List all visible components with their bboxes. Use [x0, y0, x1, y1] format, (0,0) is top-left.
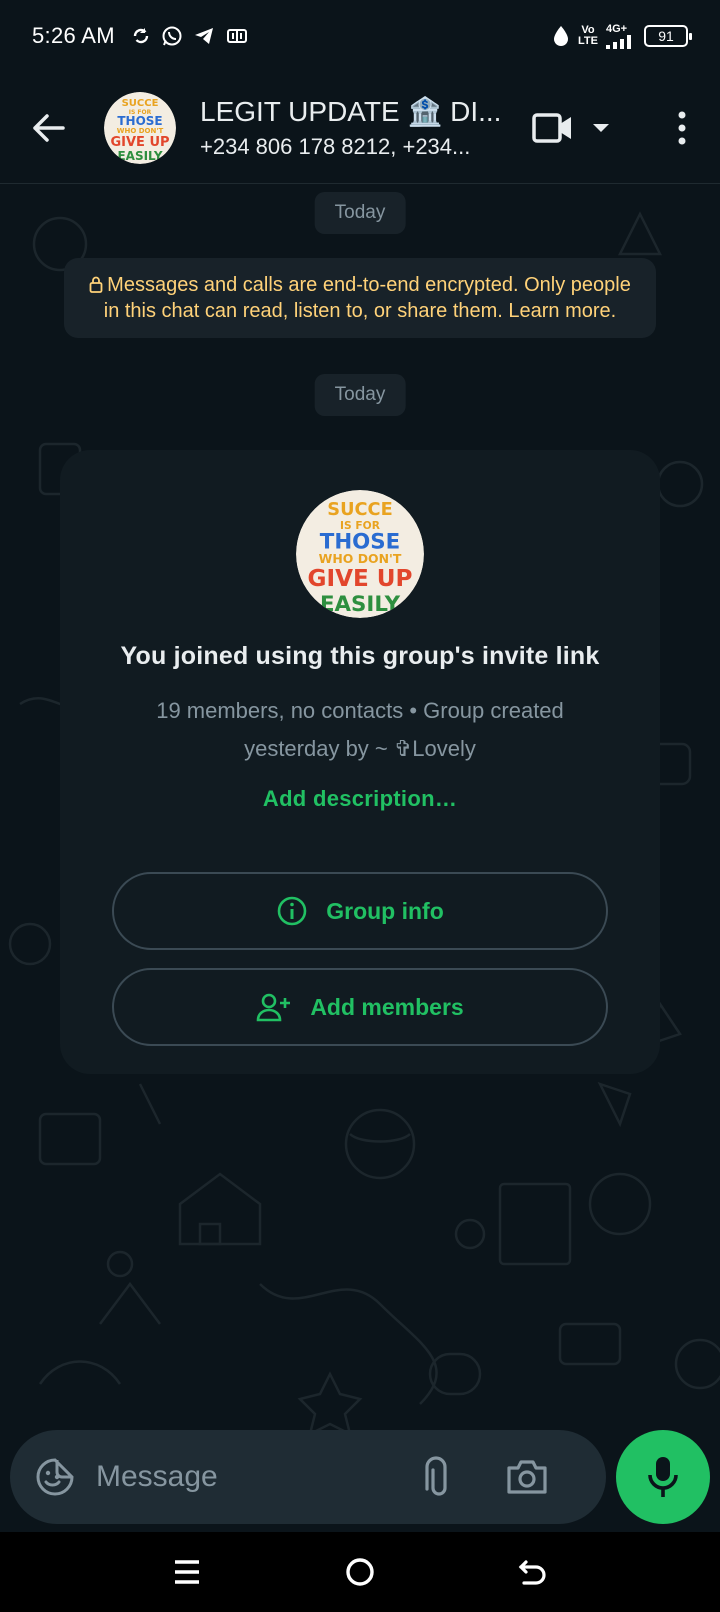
svg-text:WHO DON'T: WHO DON'T	[319, 551, 402, 566]
group-name: LEGIT UPDATE 🏦 DI...	[200, 96, 500, 127]
group-summary: 19 members, no contacts • Group created …	[156, 698, 564, 761]
recent-apps-button[interactable]	[157, 1542, 217, 1602]
join-message-title: You joined using this group's invite lin…	[120, 642, 600, 670]
attach-icon	[425, 1456, 447, 1496]
back-nav-button[interactable]	[503, 1542, 563, 1602]
encryption-notice[interactable]: Messages and calls are end-to-end encryp…	[64, 258, 656, 338]
group-join-card: SUCCE IS FOR THOSE WHO DON'T GIVE UP EAS…	[60, 450, 660, 1074]
add-description-link[interactable]: Add description…	[60, 786, 660, 812]
back-button[interactable]	[18, 98, 78, 158]
status-bar: 5:26 AM Vo LTE 4G+ 91	[0, 0, 720, 72]
chat-area: Today Messages and calls are end-to-end …	[0, 184, 720, 1430]
back-arrow-icon	[33, 113, 65, 142]
voice-message-button[interactable]	[616, 1430, 710, 1524]
message-input[interactable]	[96, 1460, 396, 1494]
menu-icon	[174, 1560, 199, 1584]
sticker-icon	[36, 1458, 74, 1496]
encryption-notice-text: Messages and calls are end-to-end encryp…	[103, 274, 631, 322]
svg-text:EASILY: EASILY	[320, 592, 401, 617]
sync-icon	[133, 28, 149, 44]
svg-text:WHO DON'T: WHO DON'T	[117, 127, 164, 135]
group-avatar-image: SUCCE IS FOR THOSE WHO DON'T GIVE UP EAS…	[296, 490, 424, 618]
add-person-icon	[257, 993, 291, 1022]
system-navigation-bar	[0, 1532, 720, 1612]
date-chip: Today	[314, 374, 406, 416]
group-avatar-image: SUCCE IS FOR THOSE WHO DON'T GIVE UP EAS…	[104, 91, 176, 164]
telegram-notification-icon	[194, 28, 213, 44]
sticker-button[interactable]	[30, 1452, 80, 1502]
info-icon	[277, 896, 307, 926]
network-type: 4G+	[606, 22, 628, 35]
whatsapp-notification-icon	[162, 26, 182, 46]
svg-text:SUCCE: SUCCE	[327, 500, 392, 520]
battery-indicator: 91	[644, 25, 692, 47]
svg-text:GIVE UP: GIVE UP	[308, 566, 413, 592]
message-composer	[10, 1430, 606, 1524]
group-info-button[interactable]: Group info	[112, 872, 608, 950]
data-saver-icon	[554, 26, 569, 46]
group-avatar[interactable]: SUCCE IS FOR THOSE WHO DON'T GIVE UP EAS…	[104, 91, 176, 164]
status-time: 5:26 AM	[32, 23, 115, 48]
add-members-label: Add members	[310, 993, 464, 1020]
add-members-button[interactable]: Add members	[112, 968, 608, 1046]
camera-icon	[507, 1460, 547, 1494]
more-options-icon	[678, 111, 686, 144]
signal-indicator: 4G+	[606, 22, 636, 49]
video-call-icon	[532, 112, 571, 143]
lock-icon	[89, 276, 103, 293]
mic-icon	[648, 1457, 678, 1497]
svg-text:THOSE: THOSE	[117, 114, 162, 128]
home-button[interactable]	[330, 1542, 390, 1602]
signal-icon	[606, 34, 631, 49]
notification-icons	[131, 25, 249, 47]
attach-button[interactable]	[416, 1456, 456, 1498]
back-nav-icon	[519, 1560, 546, 1585]
group-avatar-large[interactable]: SUCCE IS FOR THOSE WHO DON'T GIVE UP EAS…	[296, 490, 424, 618]
home-circle-icon	[346, 1558, 374, 1586]
system-status: Vo LTE 4G+ 91	[552, 22, 692, 49]
chat-title-block[interactable]: LEGIT UPDATE 🏦 DI... +234 806 178 8212, …	[200, 95, 500, 160]
group-participants: +234 806 178 8212, +234...	[200, 134, 471, 159]
svg-text:EASILY: EASILY	[117, 149, 162, 163]
video-call-button[interactable]	[532, 112, 610, 144]
app-notification-icon	[226, 29, 247, 43]
dropdown-icon	[593, 123, 609, 132]
whatsapp-chat-screen: 5:26 AM Vo LTE 4G+ 91 SUCCE IS FOR THOSE…	[0, 0, 720, 1612]
chat-header: SUCCE IS FOR THOSE WHO DON'T GIVE UP EAS…	[0, 72, 720, 184]
svg-text:GIVE UP: GIVE UP	[110, 135, 169, 150]
volte-indicator: Vo LTE	[578, 24, 598, 47]
date-chip: Today	[314, 192, 406, 234]
svg-text:SUCCE: SUCCE	[122, 98, 159, 109]
more-options-button[interactable]	[672, 111, 692, 145]
group-info-label: Group info	[326, 897, 444, 924]
camera-button[interactable]	[504, 1459, 550, 1495]
